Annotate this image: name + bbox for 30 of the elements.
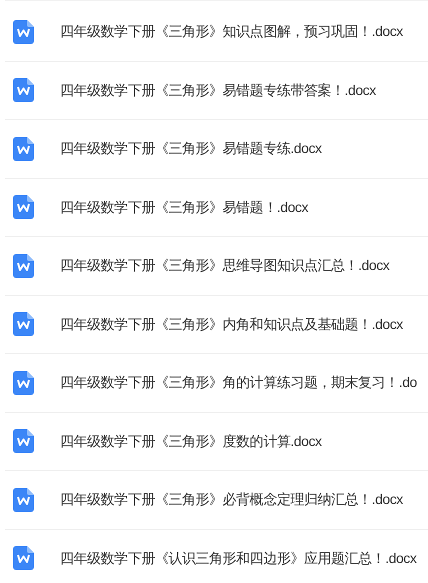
file-row[interactable]: 四年级数学下册《认识三角形和四边形》应用题汇总！.docx [5, 530, 428, 583]
file-row[interactable]: 四年级数学下册《三角形》思维导图知识点汇总！.docx [5, 237, 428, 296]
document-icon [13, 312, 34, 336]
document-icon [13, 488, 34, 512]
file-row[interactable]: 四年级数学下册《三角形》知识点图解，预习巩固！.docx [5, 3, 428, 62]
file-row[interactable]: 四年级数学下册《三角形》必背概念定理归纳汇总！.docx [5, 471, 428, 530]
document-icon [13, 20, 34, 44]
document-icon [13, 254, 34, 278]
file-name: 四年级数学下册《三角形》度数的计算.docx [60, 432, 322, 451]
file-row[interactable]: 四年级数学下册《三角形》度数的计算.docx [5, 412, 428, 471]
file-row[interactable]: 四年级数学下册《三角形》易错题！.docx [5, 178, 428, 237]
file-name: 四年级数学下册《三角形》易错题！.docx [60, 198, 308, 217]
file-name: 四年级数学下册《三角形》易错题专练带答案！.docx [60, 80, 376, 100]
file-row[interactable]: 四年级数学下册《三角形》内角和知识点及基础题！.docx [5, 296, 428, 354]
document-icon [13, 195, 34, 220]
file-name: 四年级数学下册《三角形》易错题专练.docx [60, 139, 322, 158]
document-icon [13, 78, 34, 102]
file-name: 四年级数学下册《认识三角形和四边形》应用题汇总！.docx [60, 548, 416, 568]
document-icon [13, 136, 34, 161]
file-name: 四年级数学下册《三角形》内角和知识点及基础题！.docx [60, 314, 403, 334]
document-icon [13, 429, 34, 454]
file-row[interactable]: 四年级数学下册《三角形》易错题专练带答案！.docx [5, 62, 428, 120]
document-icon [13, 370, 34, 395]
file-name: 四年级数学下册《三角形》必背概念定理归纳汇总！.docx [60, 490, 403, 510]
file-name: 四年级数学下册《三角形》知识点图解，预习巩固！.docx [60, 22, 403, 42]
file-name: 四年级数学下册《三角形》角的计算练习题，期末复习！.do [60, 373, 417, 392]
file-row[interactable]: 四年级数学下册《三角形》易错题专练.docx [5, 120, 428, 178]
document-icon [13, 546, 34, 570]
file-name: 四年级数学下册《三角形》思维导图知识点汇总！.docx [60, 256, 390, 276]
file-row[interactable]: 四年级数学下册《三角形》角的计算练习题，期末复习！.do [5, 354, 428, 412]
